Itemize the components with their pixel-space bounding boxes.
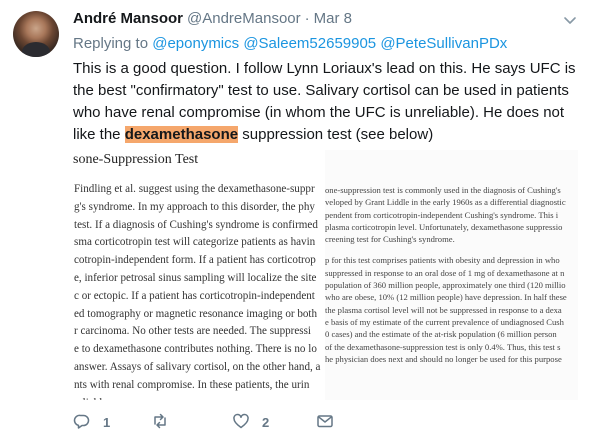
message-icon [316,412,334,433]
reply-button[interactable]: 1 [73,412,110,432]
document-text-line: of the dexamethasone-suppression test is… [325,341,561,352]
author-name[interactable]: André Mansoor [73,10,183,27]
highlighted-term: dexamethasone [124,126,239,143]
separator-dot: · [304,10,310,27]
tweet-media[interactable]: sone-Suppression Test Findling et al. su… [73,150,578,400]
document-text-line: the plasma cortisol level will not be su… [325,304,562,315]
tweet-actions: 1 2 [73,412,578,432]
document-text-line: answer. Assays of salivary cortisol, on … [74,360,321,373]
document-text-line: g's syndrome. In my approach to this dis… [74,200,315,213]
mention-link[interactable]: @Saleem52659905 [243,35,376,52]
document-text-line: test. If a diagnosis of Cushing's syndro… [74,218,318,231]
tweet-header: André Mansoor @AndreMansoor · Mar 8 [73,10,352,30]
document-text-line: one-suppression test is commonly used in… [325,185,561,195]
retweet-icon [151,412,169,433]
document-text-line: e, inferior petrosal sinus sampling will… [74,271,317,284]
timestamp[interactable]: Mar 8 [314,10,352,27]
like-button[interactable]: 2 [232,412,269,432]
mention-link[interactable]: @PeteSullivanPDx [380,35,507,52]
document-text-line: e basis of my estimate of the current pr… [325,316,564,327]
document-text-line: e to dexamethasone contributes nothing. … [74,343,317,356]
document-text-right: one-suppression test is commonly used in… [325,184,578,365]
document-text-line: r carcinoma. No other tests are needed. … [74,325,311,338]
tweet-text-part: suppression test (see below) [238,126,434,143]
document-text-line: Findling et al. suggest using the dexame… [74,183,315,195]
document-text-line: nts with renal compromise. In these pati… [74,378,310,391]
reply-count: 1 [103,414,111,430]
document-text-line: creening test for Cushing's syndrome. [325,234,455,245]
document-image-left[interactable]: sone-Suppression Test Findling et al. su… [73,150,335,400]
document-text-left: Findling et al. suggest using the dexame… [74,181,335,400]
document-text-line: plasma corticotropin level. Unfortunatel… [325,221,563,232]
document-text-line: pendent from corticotropin-independent C… [325,209,559,220]
document-text-line: veloped by Grant Liddle in the early 196… [325,197,566,208]
document-text-line: sma corticotropin test will categorize p… [74,236,316,249]
document-text-line: he physician does next and should no lon… [325,353,562,364]
document-text-line: who are obese, 10% (12 million people) h… [325,292,567,303]
document-text-line: 0 cases) and the estimate of the at-risk… [325,329,557,340]
like-icon [232,412,250,433]
document-text-line: c or ectopic. If a patient has corticotr… [74,289,315,302]
document-title: sone-Suppression Test [73,152,199,167]
document-text-line: p for this test comprises patients with … [325,255,560,266]
document-text-line: ed tomography or magnetic resonance imag… [74,307,318,320]
author-handle[interactable]: @AndreMansoor [187,10,301,27]
like-count: 2 [262,414,270,430]
avatar[interactable] [13,11,59,57]
document-text-line: population of 360 million people, approx… [325,280,566,291]
replying-prefix: Replying to [73,35,149,52]
chevron-down-icon[interactable] [563,13,577,27]
document-text-line: cotropin-independent form. If a patient … [74,254,316,267]
document-text-line: reliable. [74,395,335,400]
mention-link[interactable]: @eponymics [152,35,239,52]
document-image-right[interactable]: one-suppression test is commonly used in… [325,150,578,400]
replying-to: Replying to @eponymics @Saleem52659905 @… [73,35,507,52]
reply-icon [73,412,91,433]
retweet-button[interactable] [151,412,181,432]
tweet[interactable]: André Mansoor @AndreMansoor · Mar 8 Repl… [0,0,591,445]
tweet-text: This is a good question. I follow Lynn L… [73,58,585,146]
direct-message-button[interactable] [316,412,334,432]
document-text-line: suppressed in response to an oral dose o… [325,267,565,278]
